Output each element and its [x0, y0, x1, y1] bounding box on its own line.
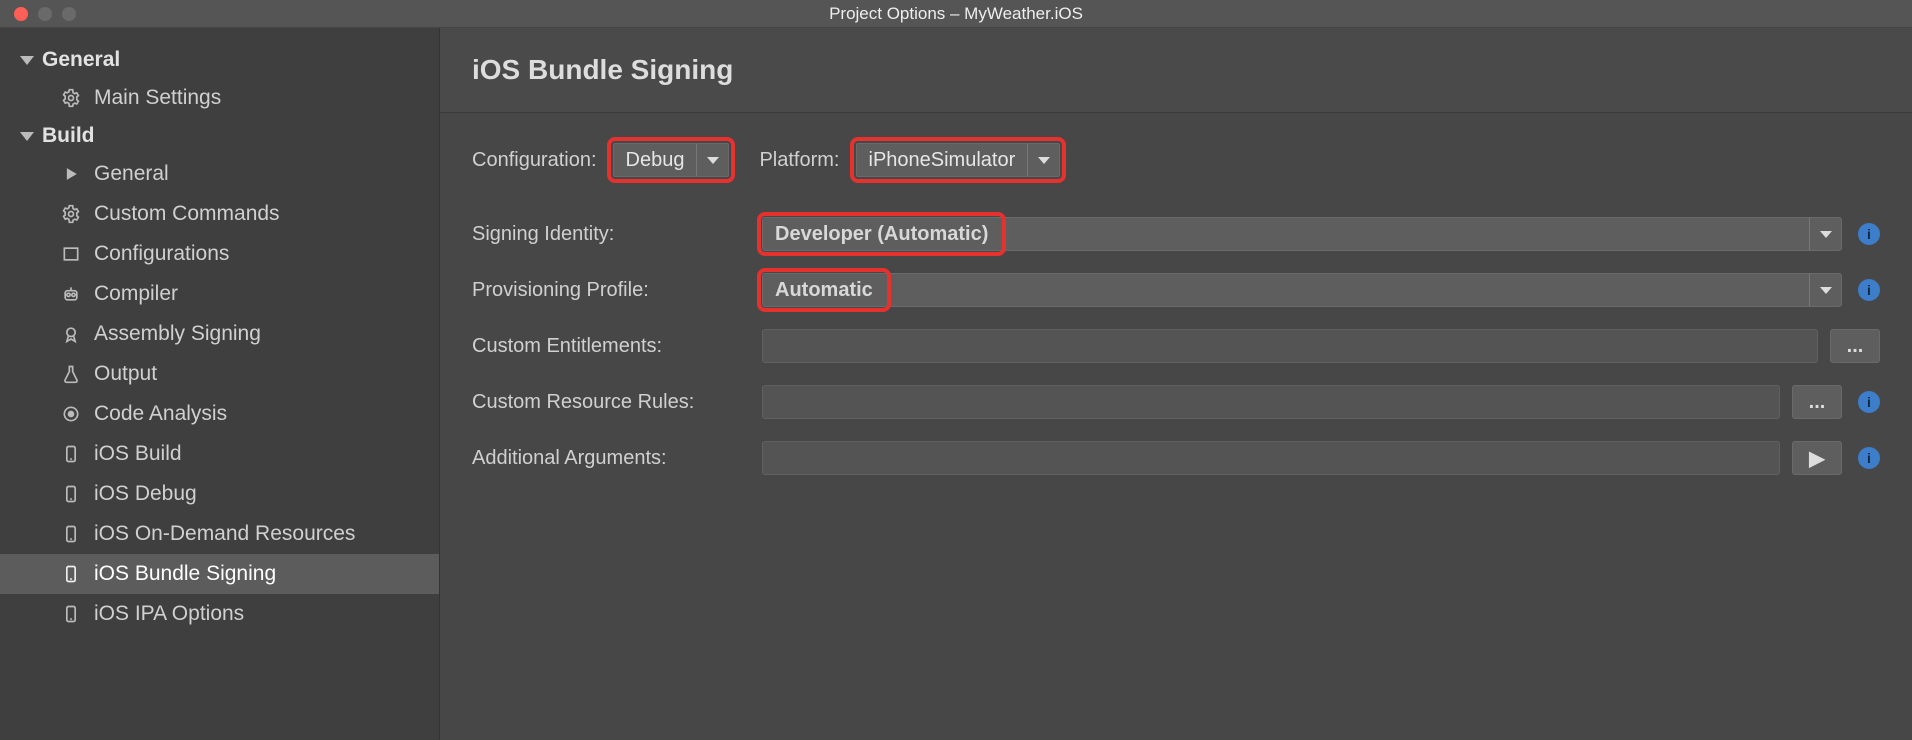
- browse-entitlements-button[interactable]: ...: [1830, 329, 1880, 363]
- window-titlebar: Project Options – MyWeather.iOS: [0, 0, 1912, 28]
- additional-arguments-field[interactable]: [762, 441, 1780, 475]
- run-arguments-button[interactable]: ▶: [1792, 441, 1842, 475]
- chevron-down-icon: [20, 56, 34, 65]
- phone-icon: [60, 444, 82, 464]
- sidebar-group-label: General: [42, 48, 120, 72]
- sidebar-item-label: iOS Debug: [94, 482, 197, 506]
- info-icon[interactable]: i: [1858, 447, 1880, 469]
- sidebar-item-label: Configurations: [94, 242, 229, 266]
- sidebar-item-label: iOS On-Demand Resources: [94, 522, 355, 546]
- main-pane: iOS Bundle Signing Configuration: Debug …: [440, 28, 1912, 740]
- sidebar-item-label: iOS IPA Options: [94, 602, 244, 626]
- main-header: iOS Bundle Signing: [440, 28, 1912, 113]
- sidebar-group-general[interactable]: General: [0, 42, 439, 78]
- additional-arguments-row: Additional Arguments: ▶ i: [472, 441, 1880, 475]
- sidebar-item-label: iOS Build: [94, 442, 182, 466]
- window-title: Project Options – MyWeather.iOS: [0, 4, 1912, 24]
- sidebar-item-label: Output: [94, 362, 157, 386]
- sidebar-item-ios-debug[interactable]: iOS Debug: [0, 474, 439, 514]
- configuration-value: Debug: [614, 144, 697, 176]
- custom-resource-rules-label: Custom Resource Rules:: [472, 391, 762, 414]
- sidebar-item-build-general[interactable]: General: [0, 154, 439, 194]
- sidebar-item-ios-ipa-options[interactable]: iOS IPA Options: [0, 594, 439, 634]
- configuration-label: Configuration:: [472, 149, 597, 172]
- additional-arguments-label: Additional Arguments:: [472, 447, 762, 470]
- phone-icon: [60, 524, 82, 544]
- sidebar-group-label: Build: [42, 124, 95, 148]
- content-split: General Main Settings Build General Cust…: [0, 28, 1912, 740]
- box-icon: [60, 244, 82, 264]
- provisioning-profile-dropdown[interactable]: Automatic: [762, 273, 1842, 307]
- flask-icon: [60, 364, 82, 384]
- minimize-icon[interactable]: [38, 7, 52, 21]
- custom-entitlements-field[interactable]: [762, 329, 1818, 363]
- browse-resource-rules-button[interactable]: ...: [1792, 385, 1842, 419]
- sidebar-item-label: Code Analysis: [94, 402, 227, 426]
- chevron-down-icon: [696, 144, 728, 176]
- sidebar-item-label: Compiler: [94, 282, 178, 306]
- page-title: iOS Bundle Signing: [472, 54, 1880, 86]
- sidebar-item-ios-build[interactable]: iOS Build: [0, 434, 439, 474]
- window-traffic-lights: [0, 7, 76, 21]
- signing-identity-label: Signing Identity:: [472, 223, 762, 246]
- chevron-down-icon: [1809, 218, 1841, 250]
- phone-icon: [60, 484, 82, 504]
- sidebar-group-build[interactable]: Build: [0, 118, 439, 154]
- badge-icon: [60, 324, 82, 344]
- platform-label: Platform:: [759, 149, 839, 172]
- configuration-dropdown[interactable]: Debug: [613, 143, 730, 177]
- phone-icon: [60, 604, 82, 624]
- target-icon: [60, 404, 82, 424]
- custom-resource-rules-field[interactable]: [762, 385, 1780, 419]
- sidebar-item-compiler[interactable]: Compiler: [0, 274, 439, 314]
- signing-identity-row: Signing Identity: Developer (Automatic) …: [472, 217, 1880, 251]
- gear-icon: [60, 88, 82, 108]
- sidebar-item-label: General: [94, 162, 169, 186]
- zoom-icon[interactable]: [62, 7, 76, 21]
- play-icon: [60, 164, 82, 184]
- chevron-down-icon: [1027, 144, 1059, 176]
- signing-identity-value: Developer (Automatic): [763, 218, 1000, 250]
- sidebar-item-label: iOS Bundle Signing: [94, 562, 276, 586]
- info-icon[interactable]: i: [1858, 391, 1880, 413]
- sidebar-item-configurations[interactable]: Configurations: [0, 234, 439, 274]
- sidebar-item-output[interactable]: Output: [0, 354, 439, 394]
- phone-icon: [60, 564, 82, 584]
- sidebar-item-ios-on-demand-resources[interactable]: iOS On-Demand Resources: [0, 514, 439, 554]
- provisioning-profile-label: Provisioning Profile:: [472, 279, 762, 302]
- chevron-down-icon: [20, 132, 34, 141]
- sidebar-item-assembly-signing[interactable]: Assembly Signing: [0, 314, 439, 354]
- sidebar: General Main Settings Build General Cust…: [0, 28, 440, 740]
- sidebar-item-main-settings[interactable]: Main Settings: [0, 78, 439, 118]
- sidebar-item-label: Custom Commands: [94, 202, 280, 226]
- chevron-down-icon: [1809, 274, 1841, 306]
- sidebar-item-ios-bundle-signing[interactable]: iOS Bundle Signing: [0, 554, 439, 594]
- sidebar-item-custom-commands[interactable]: Custom Commands: [0, 194, 439, 234]
- gear-icon: [60, 204, 82, 224]
- custom-entitlements-row: Custom Entitlements: ...: [472, 329, 1880, 363]
- sidebar-item-label: Assembly Signing: [94, 322, 261, 346]
- sidebar-item-code-analysis[interactable]: Code Analysis: [0, 394, 439, 434]
- info-icon[interactable]: i: [1858, 223, 1880, 245]
- close-icon[interactable]: [14, 7, 28, 21]
- platform-value: iPhoneSimulator: [857, 144, 1028, 176]
- platform-dropdown[interactable]: iPhoneSimulator: [856, 143, 1061, 177]
- provisioning-profile-row: Provisioning Profile: Automatic i: [472, 273, 1880, 307]
- provisioning-profile-value: Automatic: [763, 274, 885, 306]
- custom-resource-rules-row: Custom Resource Rules: ... i: [472, 385, 1880, 419]
- sidebar-item-label: Main Settings: [94, 86, 221, 110]
- robot-icon: [60, 284, 82, 304]
- config-platform-row: Configuration: Debug Platform: iPhoneSim…: [472, 143, 1880, 177]
- info-icon[interactable]: i: [1858, 279, 1880, 301]
- signing-identity-dropdown[interactable]: Developer (Automatic): [762, 217, 1842, 251]
- main-body: Configuration: Debug Platform: iPhoneSim…: [440, 113, 1912, 527]
- custom-entitlements-label: Custom Entitlements:: [472, 335, 762, 358]
